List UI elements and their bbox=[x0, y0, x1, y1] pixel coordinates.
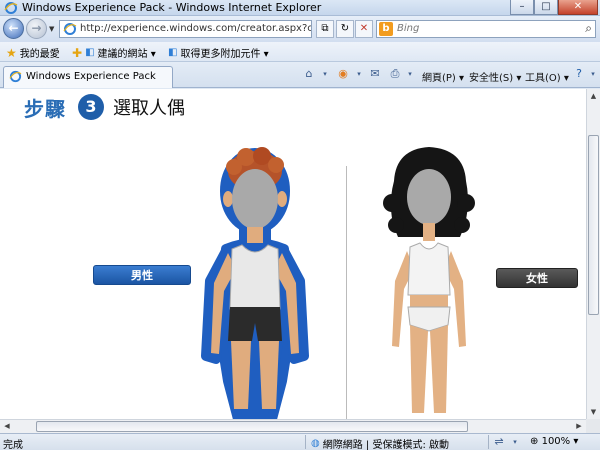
zone-label: 網際網路 | 受保護模式: 啟動 bbox=[322, 440, 450, 450]
vertical-scrollbar[interactable]: ▲ ▼ bbox=[586, 89, 600, 419]
ie-tab-icon bbox=[9, 70, 22, 83]
scroll-left-icon[interactable]: ◀ bbox=[0, 420, 14, 433]
url-text: http://experience.windows.com/creator.as… bbox=[80, 23, 311, 34]
male-avatar[interactable] bbox=[200, 141, 310, 419]
female-select-button[interactable]: 女性 bbox=[496, 268, 578, 288]
vertical-scroll-thumb[interactable] bbox=[588, 135, 599, 315]
suggested-sites-icon: ◧ bbox=[85, 47, 95, 58]
recent-pages-dropdown-icon[interactable]: ▼ bbox=[49, 25, 54, 33]
title-bar: Windows Experience Pack - Windows Intern… bbox=[0, 0, 600, 16]
bing-icon: b bbox=[379, 22, 393, 36]
tab-windows-experience-pack[interactable]: Windows Experience Pack bbox=[3, 66, 173, 88]
forward-button[interactable]: → bbox=[26, 18, 47, 39]
page-title: 選取人偶 bbox=[113, 98, 185, 119]
close-button[interactable]: ✕ bbox=[558, 0, 598, 15]
tab-label: Windows Experience Pack bbox=[26, 71, 156, 82]
protected-mode-icon[interactable]: ⇌ bbox=[492, 435, 506, 449]
window-controls: – □ ✕ bbox=[510, 0, 598, 15]
stop-icon[interactable]: ✕ bbox=[355, 20, 373, 38]
maximize-button[interactable]: □ bbox=[534, 0, 558, 15]
zoom-dropdown-icon: ▾ bbox=[573, 436, 579, 447]
search-icon[interactable]: ⌕ bbox=[585, 21, 592, 36]
scroll-up-icon[interactable]: ▲ bbox=[587, 89, 600, 103]
horizontal-scroll-thumb[interactable] bbox=[36, 421, 468, 432]
column-divider bbox=[346, 166, 347, 419]
female-avatar[interactable] bbox=[374, 141, 484, 419]
safety-menu[interactable]: 安全性(S) ▾ bbox=[469, 69, 521, 84]
tools-menu[interactable]: 工具(O) ▾ bbox=[525, 69, 569, 84]
addons-label: 取得更多附加元件 ▾ bbox=[180, 49, 269, 60]
scroll-right-icon[interactable]: ▶ bbox=[572, 420, 586, 433]
addons-icon: ◧ bbox=[168, 47, 178, 58]
search-placeholder: Bing bbox=[397, 23, 420, 34]
minimize-button[interactable]: – bbox=[510, 0, 534, 15]
rss-dropdown-icon[interactable]: ▾ bbox=[352, 67, 366, 81]
address-bar: ← → ▼ http://experience.windows.com/crea… bbox=[0, 16, 600, 42]
addons-button[interactable]: ◧ 取得更多附加元件 ▾ bbox=[168, 45, 269, 60]
window-title: Windows Experience Pack - Windows Intern… bbox=[22, 1, 322, 14]
back-button[interactable]: ← bbox=[3, 18, 24, 39]
status-separator bbox=[488, 435, 489, 449]
favorites-bar: ★ 我的最愛 ✚ ◧ 建議的網站 ▾ ◧ 取得更多附加元件 ▾ bbox=[0, 42, 600, 62]
search-input[interactable]: b Bing ⌕ bbox=[376, 20, 596, 38]
url-field[interactable]: http://experience.windows.com/creator.as… bbox=[59, 20, 312, 38]
male-select-button[interactable]: 男性 bbox=[93, 265, 191, 285]
favorites-label: 我的最愛 bbox=[19, 49, 60, 60]
status-text: 完成 bbox=[3, 440, 23, 450]
scrollbar-corner bbox=[586, 419, 600, 433]
help-icon[interactable]: ? bbox=[572, 67, 586, 81]
status-bar: 完成 ◍ 網際網路 | 受保護模式: 啟動 ⇌ ▾ ⊕ 100% ▾ bbox=[0, 433, 600, 450]
home-icon[interactable]: ⌂ bbox=[302, 67, 316, 81]
print-icon[interactable]: ⎙ bbox=[388, 67, 402, 81]
status-separator bbox=[305, 435, 306, 449]
security-zone[interactable]: ◍ 網際網路 | 受保護模式: 啟動 bbox=[311, 436, 449, 450]
help-dropdown-icon[interactable]: ▾ bbox=[586, 67, 600, 81]
suggested-sites-button[interactable]: ✚ ◧ 建議的網站 ▾ bbox=[72, 45, 156, 61]
refresh-icon[interactable]: ↻ bbox=[336, 20, 354, 38]
ie-logo-icon bbox=[4, 2, 18, 14]
zoom-level: 100% bbox=[541, 436, 571, 447]
globe-icon: ◍ bbox=[311, 438, 320, 449]
scroll-down-icon[interactable]: ▼ bbox=[587, 405, 600, 419]
zoom-icon: ⊕ bbox=[530, 436, 539, 447]
page-content: 步驟 3 選取人偶 男性 女性 bbox=[0, 89, 586, 419]
zoom-control[interactable]: ⊕ 100% ▾ bbox=[530, 436, 578, 447]
rss-feed-icon[interactable]: ◉ bbox=[336, 67, 350, 81]
suggested-sites-label: 建議的網站 ▾ bbox=[97, 49, 156, 60]
compatibility-view-icon[interactable]: ⧉ bbox=[316, 20, 334, 38]
add-favorite-icon: ✚ bbox=[72, 45, 83, 60]
command-bar: Windows Experience Pack ⌂ ▾ ◉ ▾ ✉ ⎙ ▾ 網頁… bbox=[0, 62, 600, 88]
print-dropdown-icon[interactable]: ▾ bbox=[403, 67, 417, 81]
favorites-button[interactable]: ★ 我的最愛 bbox=[6, 45, 60, 61]
step-word: 步驟 bbox=[24, 97, 66, 121]
ie-page-icon bbox=[63, 23, 77, 35]
horizontal-scrollbar[interactable]: ◀ ▶ bbox=[0, 419, 586, 433]
step-number-badge: 3 bbox=[78, 94, 104, 120]
protected-mode-dropdown-icon[interactable]: ▾ bbox=[508, 435, 522, 449]
page-menu[interactable]: 網頁(P) ▾ bbox=[422, 69, 464, 84]
mail-icon[interactable]: ✉ bbox=[368, 67, 382, 81]
star-icon: ★ bbox=[6, 45, 17, 60]
home-dropdown-icon[interactable]: ▾ bbox=[318, 67, 332, 81]
